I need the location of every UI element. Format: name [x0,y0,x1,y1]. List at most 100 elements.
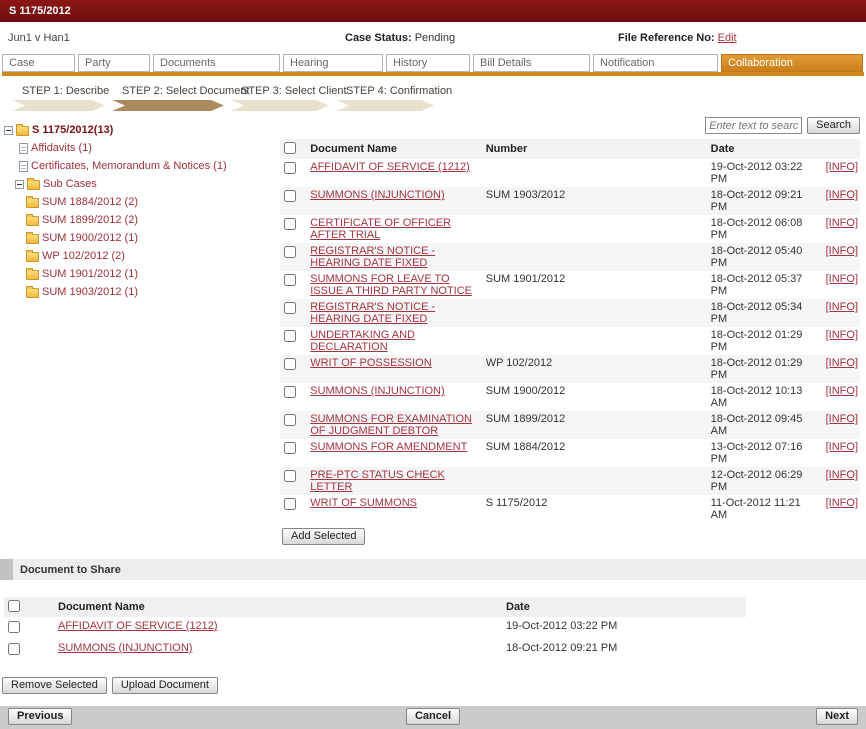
document-number [484,243,709,271]
share-checkbox[interactable] [8,643,20,655]
tree-item-root-case[interactable]: S 1175/2012(13) [4,121,280,139]
info-link[interactable]: [Info] [826,497,858,509]
folder-icon [27,180,40,190]
info-link[interactable]: [Info] [826,469,858,481]
case-status: Case Status: Pending [345,22,455,54]
select-all-checkbox[interactable] [284,142,296,154]
document-date: 12-Oct-2012 06:29 PM [709,467,820,495]
tab-history[interactable]: History [386,54,470,72]
tab-collaboration[interactable]: Collaboration [721,54,863,72]
file-reference-edit-link[interactable]: Edit [718,32,737,44]
document-row: REGISTRAR'S NOTICE - HEARING DATE FIXED … [280,243,860,271]
tree-item-certificates[interactable]: Certificates, Memorandum & Notices (1) [19,157,280,175]
share-checkbox[interactable] [8,621,20,633]
previous-button[interactable]: Previous [8,708,72,725]
tree-item-affidavits[interactable]: Affidavits (1) [19,139,280,157]
step-label: STEP 2: Select Document [122,85,224,97]
search-input[interactable] [705,117,802,134]
column-header-number: Number [484,139,709,159]
step-2-select-document: STEP 2: Select Document [112,85,224,111]
case-tree: S 1175/2012(13) Affidavits (1) Certifica… [0,117,280,545]
share-document-link[interactable]: SUMMONS (INJUNCTION) [58,642,192,654]
upload-document-button[interactable]: Upload Document [112,677,218,694]
info-link[interactable]: [Info] [826,413,858,425]
document-checkbox[interactable] [284,358,296,370]
info-link[interactable]: [Info] [826,245,858,257]
section-chip [0,559,13,580]
tab-notification[interactable]: Notification [593,54,718,72]
tree-item-sub-cases[interactable]: Sub Cases [15,175,280,193]
document-checkbox[interactable] [284,246,296,258]
document-checkbox[interactable] [284,274,296,286]
share-document-link[interactable]: AFFIDAVIT OF SERVICE (1212) [58,620,218,632]
document-checkbox[interactable] [284,330,296,342]
share-table: Document Name Date AFFIDAVIT OF SERVICE … [4,597,746,661]
document-checkbox[interactable] [284,414,296,426]
document-checkbox[interactable] [284,162,296,174]
remove-selected-button[interactable]: Remove Selected [2,677,107,694]
document-link[interactable]: WRIT OF POSSESSION [310,357,431,369]
document-checkbox[interactable] [284,442,296,454]
case-number-bar: S 1175/2012 [0,0,866,22]
tab-bar: Case Party Documents Hearing History Bil… [0,54,866,72]
document-link[interactable]: CERTIFICATE OF OFFICER AFTER TRIAL [310,217,451,241]
tree-item-sum-1899[interactable]: SUM 1899/2012 (2) [26,211,280,229]
tree-item-sum-1900[interactable]: SUM 1900/2012 (1) [26,229,280,247]
document-link[interactable]: SUMMONS FOR AMENDMENT [310,441,467,453]
step-1-describe: STEP 1: Describe [12,85,105,111]
documents-table: Document Name Number Date AFFIDAVIT OF S… [280,139,860,523]
tab-underline [2,72,864,76]
folder-icon [26,216,39,226]
tree-item-sum-1901[interactable]: SUM 1901/2012 (1) [26,265,280,283]
collapse-icon[interactable] [4,126,13,135]
tab-case[interactable]: Case [2,54,75,72]
info-link[interactable]: [Info] [826,357,858,369]
document-number [484,467,709,495]
document-checkbox[interactable] [284,470,296,482]
document-row: CERTIFICATE OF OFFICER AFTER TRIAL 18-Oc… [280,215,860,243]
collapse-icon[interactable] [15,180,24,189]
document-link[interactable]: SUMMONS (INJUNCTION) [310,385,444,397]
document-link[interactable]: SUMMONS (INJUNCTION) [310,189,444,201]
document-link[interactable]: WRIT OF SUMMONS [310,497,417,509]
step-wizard: STEP 1: Describe STEP 2: Select Document… [12,85,866,111]
document-link[interactable]: PRE-PTC STATUS CHECK LETTER [310,469,445,493]
info-link[interactable]: [Info] [826,161,858,173]
tree-item-wp-102[interactable]: WP 102/2012 (2) [26,247,280,265]
tab-documents[interactable]: Documents [153,54,280,72]
add-selected-button[interactable]: Add Selected [282,528,365,545]
cancel-button[interactable]: Cancel [406,708,460,725]
tab-hearing[interactable]: Hearing [283,54,383,72]
document-checkbox[interactable] [284,218,296,230]
info-link[interactable]: [Info] [826,441,858,453]
info-link[interactable]: [Info] [826,385,858,397]
share-select-all-checkbox[interactable] [8,600,20,612]
info-link[interactable]: [Info] [826,189,858,201]
tree-item-sum-1903[interactable]: SUM 1903/2012 (1) [26,283,280,301]
info-link[interactable]: [Info] [826,301,858,313]
document-link[interactable]: SUMMONS FOR LEAVE TO ISSUE A THIRD PARTY… [310,273,472,297]
tree-item-sum-1884[interactable]: SUM 1884/2012 (2) [26,193,280,211]
document-link[interactable]: REGISTRAR'S NOTICE - HEARING DATE FIXED [310,245,435,269]
document-row: WRIT OF SUMMONS S 1175/2012 11-Oct-2012 … [280,495,860,523]
share-actions: Remove Selected Upload Document [2,677,866,694]
document-link[interactable]: SUMMONS FOR EXAMINATION OF JUDGMENT DEBT… [310,413,472,437]
document-link[interactable]: AFFIDAVIT OF SERVICE (1212) [310,161,470,173]
document-checkbox[interactable] [284,302,296,314]
tab-party[interactable]: Party [78,54,150,72]
document-checkbox[interactable] [284,386,296,398]
case-info-row: Jun1 v Han1 Case Status: Pending File Re… [0,22,866,54]
info-link[interactable]: [Info] [826,217,858,229]
info-link[interactable]: [Info] [826,273,858,285]
document-number: SUM 1900/2012 [484,383,709,411]
next-button[interactable]: Next [816,708,858,725]
column-header-date: Date [504,597,746,617]
document-checkbox[interactable] [284,190,296,202]
document-link[interactable]: UNDERTAKING AND DECLARATION [310,329,415,353]
document-checkbox[interactable] [284,498,296,510]
info-link[interactable]: [Info] [826,329,858,341]
document-link[interactable]: REGISTRAR'S NOTICE - HEARING DATE FIXED [310,301,435,325]
search-button[interactable]: Search [807,117,860,134]
tab-bill-details[interactable]: Bill Details [473,54,590,72]
document-row: AFFIDAVIT OF SERVICE (1212) 19-Oct-2012 … [280,159,860,187]
